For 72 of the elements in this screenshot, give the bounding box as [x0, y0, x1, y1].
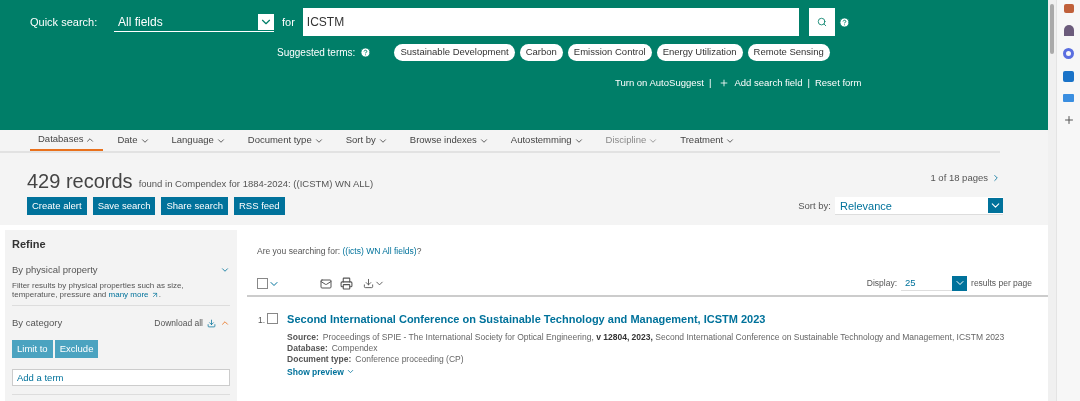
- filter-tab[interactable]: Autostemming: [502, 130, 592, 151]
- field-value: Compendex: [331, 342, 378, 354]
- refine-title: Refine: [12, 237, 47, 253]
- download-all-link[interactable]: Download all: [154, 316, 203, 330]
- suggestion-label: Are you searching for:: [257, 246, 342, 257]
- suggested-term-chip[interactable]: Energy Utilization: [656, 44, 743, 61]
- chevron-icon: [258, 13, 274, 30]
- select-all-checkbox[interactable]: [257, 278, 268, 289]
- section-title: By physical property: [12, 262, 98, 277]
- email-icon[interactable]: [320, 277, 332, 290]
- field-value: Conference proceeding (CP): [355, 353, 464, 365]
- suggestion-link[interactable]: ((icts) WN All fields): [342, 246, 417, 257]
- search-field[interactable]: ICSTM: [302, 8, 799, 36]
- suggested-term-chip[interactable]: Sustainable Development: [394, 44, 515, 61]
- suggested-term-chip[interactable]: Remote Sensing: [747, 44, 830, 61]
- result-checkbox[interactable]: [267, 313, 279, 324]
- chevron-icon: [952, 275, 968, 291]
- field-label: Database:: [287, 342, 328, 354]
- next-page-icon[interactable]: [991, 173, 1001, 184]
- action-button[interactable]: RSS feed: [233, 197, 285, 216]
- reset-form-link[interactable]: Reset form: [814, 76, 862, 91]
- display-select[interactable]: 25: [901, 276, 968, 291]
- chevron-icon: [988, 198, 1003, 214]
- ring-icon[interactable]: [1063, 48, 1074, 59]
- sort-label: Sort by:: [798, 199, 831, 214]
- many-more-link[interactable]: many more: [108, 290, 159, 299]
- suggested-terms-label: Suggested terms:: [277, 46, 356, 60]
- search-button[interactable]: [808, 8, 835, 36]
- plus-icon: [719, 78, 730, 89]
- filter-tab[interactable]: Sort by: [337, 130, 396, 151]
- sort-select[interactable]: Relevance: [835, 197, 1003, 216]
- page-indicator: 1 of 18 pages: [930, 171, 988, 185]
- autosuggest-link[interactable]: Turn on AutoSuggest: [615, 76, 704, 91]
- filter-tab[interactable]: Browse indexes: [401, 130, 497, 151]
- record-count: 429 records: [27, 171, 133, 192]
- help-icon: [838, 16, 850, 28]
- term-input[interactable]: Add a term: [12, 369, 230, 387]
- quick-search-label: Quick search:: [30, 14, 99, 30]
- for-label: for: [282, 14, 295, 30]
- download-icon[interactable]: [363, 278, 374, 289]
- display-label: Display:: [866, 277, 898, 290]
- filter-description: Filter results by physical properties such as size, temperature, pressure and many more .: [12, 281, 185, 299]
- download-icon: [207, 318, 216, 328]
- filter-tab[interactable]: Language: [163, 130, 234, 151]
- add-icon[interactable]: [1062, 114, 1075, 126]
- action-button[interactable]: Share search: [161, 197, 228, 216]
- show-preview-link[interactable]: Show preview: [287, 365, 1005, 379]
- print-icon[interactable]: [340, 277, 353, 290]
- external-link-icon: [150, 290, 159, 299]
- add-search-field-link[interactable]: Add search field: [734, 76, 803, 91]
- link-separator: |: [807, 76, 810, 90]
- filter-tab[interactable]: Databases: [30, 130, 104, 151]
- result-number: 1.: [258, 314, 266, 327]
- field-label: Document type:: [287, 353, 352, 365]
- section-title: By category: [12, 316, 63, 330]
- display-suffix: results per page: [971, 277, 1032, 290]
- suggested-term-chip[interactable]: Carbon: [519, 44, 563, 61]
- link-separator: |: [708, 76, 712, 90]
- filter-tab[interactable]: Treatment: [672, 130, 744, 151]
- result-title[interactable]: Second International Conference on Sustainable Technology and Management, ICSTM 2023: [287, 311, 1005, 328]
- help-icon: [360, 47, 372, 58]
- search-summary: found in Compendex for 1884-2024: ((ICSTM) WN ALL): [138, 177, 374, 191]
- field-label: Source:: [287, 331, 319, 343]
- field-select[interactable]: All fields: [114, 12, 274, 32]
- search-icon: [816, 17, 827, 27]
- action-button[interactable]: Save search: [92, 197, 156, 216]
- suggested-term-chip[interactable]: Emission Control: [567, 44, 652, 61]
- field-value: Proceedings of SPIE - The International Society for Optical Engineering, v 12804, 2023, Second International Conference on Sustainable Technology and Management, ICSTM 2023: [322, 331, 1005, 343]
- filter-tab: Discipline: [597, 130, 667, 151]
- filter-tab[interactable]: Date: [109, 130, 158, 151]
- filter-tab[interactable]: Document type: [239, 130, 332, 151]
- action-button[interactable]: Create alert: [27, 197, 87, 216]
